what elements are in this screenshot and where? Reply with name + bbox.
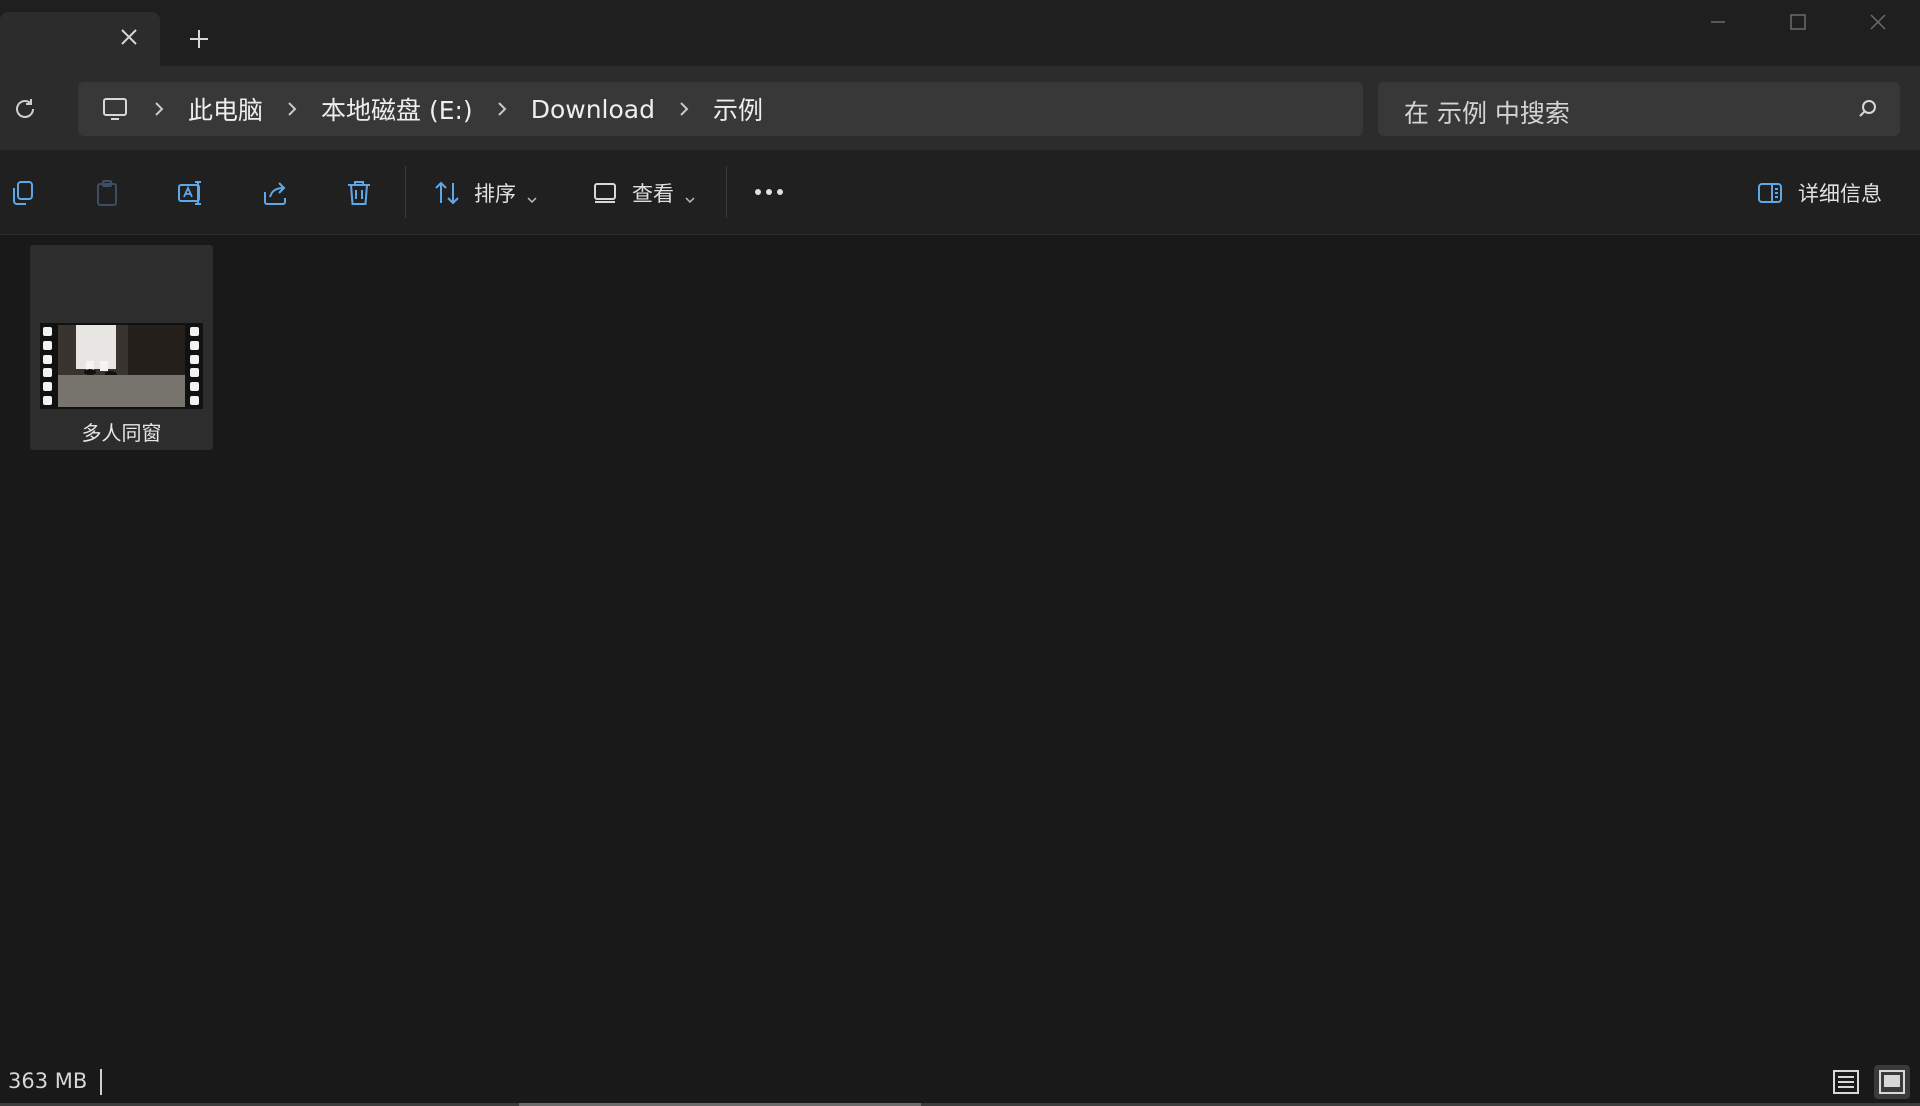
video-thumbnail [40,323,203,409]
sort-label: 排序 [474,182,516,206]
rename-icon[interactable] [176,178,206,208]
details-view-icon[interactable] [1828,1065,1864,1099]
address-row: 此电脑 本地磁盘 (E:) Download 示例 在 示例 中搜索 [0,66,1920,150]
close-tab-icon[interactable] [118,26,140,48]
status-bar: 363 MB [0,1057,1920,1106]
search-input[interactable]: 在 示例 中搜索 [1404,94,1570,130]
breadcrumb-item-this-pc[interactable]: 此电脑 [188,91,263,127]
new-tab-icon[interactable] [186,26,212,52]
details-pane-icon [1756,179,1784,207]
file-list-area[interactable]: 多人同窗 [0,235,1920,1086]
chevron-right-icon[interactable] [675,100,693,118]
chevron-down-icon [526,187,538,204]
tab[interactable] [0,12,160,66]
command-bar: 排序 查看 详细信息 [0,150,1920,235]
delete-icon[interactable] [344,178,374,208]
search-icon[interactable] [1856,97,1880,121]
breadcrumb-item-current-folder[interactable]: 示例 [713,91,763,127]
breadcrumb-item-local-disk[interactable]: 本地磁盘 (E:) [321,91,473,127]
film-strip-icon [190,327,200,405]
details-pane-button[interactable]: 详细信息 [1756,176,1882,210]
search-box[interactable]: 在 示例 中搜索 [1378,82,1900,136]
copy-icon[interactable] [8,178,38,208]
share-icon[interactable] [260,178,290,208]
file-name: 多人同窗 [81,421,162,445]
refresh-icon[interactable] [12,96,38,122]
film-strip-icon [43,327,53,405]
chevron-down-icon [684,187,696,204]
file-item[interactable]: 多人同窗 [30,245,213,450]
maximize-icon[interactable] [1786,10,1810,34]
chevron-right-icon[interactable] [283,100,301,118]
breadcrumb[interactable]: 此电脑 本地磁盘 (E:) Download 示例 [78,82,1363,136]
close-window-icon[interactable] [1866,10,1890,34]
monitor-icon[interactable] [100,94,130,124]
paste-icon[interactable] [92,178,122,208]
view-button[interactable]: 查看 [590,176,696,210]
status-size: 363 MB [8,1069,88,1093]
view-icon [590,178,620,208]
divider [405,166,406,218]
chevron-right-icon[interactable] [493,100,511,118]
video-frame [58,325,185,407]
details-label: 详细信息 [1798,182,1882,206]
file-explorer-window: 此电脑 本地磁盘 (E:) Download 示例 在 示例 中搜索 排序 查看… [0,0,1920,1106]
chevron-right-icon[interactable] [150,100,168,118]
divider [726,166,727,218]
sort-button[interactable]: 排序 [432,176,538,210]
minimize-icon[interactable] [1706,10,1730,34]
sort-icon [432,178,462,208]
large-icons-view-icon[interactable] [1874,1065,1910,1099]
text-cursor [100,1069,102,1095]
title-bar [0,0,1920,66]
more-options-icon[interactable] [752,182,786,202]
breadcrumb-item-download[interactable]: Download [531,95,655,124]
view-label: 查看 [632,182,674,206]
